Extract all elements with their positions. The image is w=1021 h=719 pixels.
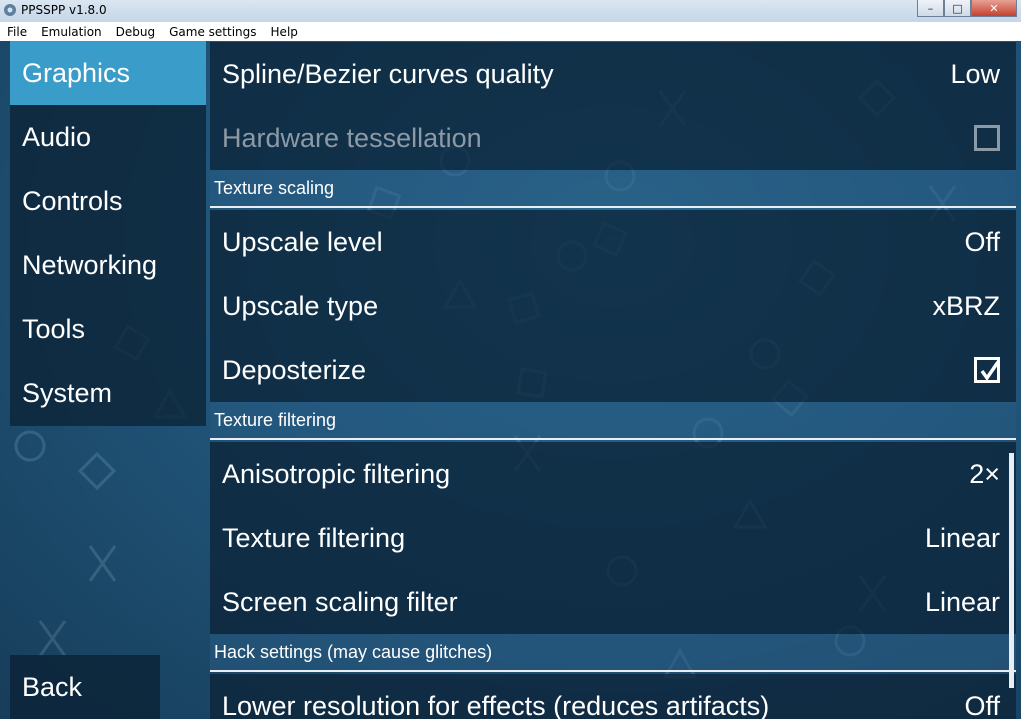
setting-label: Texture filtering <box>222 522 406 553</box>
setting-label: Spline/Bezier curves quality <box>222 58 554 89</box>
category-sidebar: Graphics Audio Controls Networking Tools… <box>10 41 206 426</box>
close-button[interactable]: ✕ <box>971 0 1017 17</box>
setting-anisotropic-filtering[interactable]: Anisotropic filtering 2× <box>210 442 1016 506</box>
sidebar-item-audio[interactable]: Audio <box>10 105 206 169</box>
setting-label: Upscale level <box>222 226 383 257</box>
setting-label: Hardware tessellation <box>222 122 482 153</box>
setting-value: Off <box>964 226 1000 257</box>
section-header-texture-scaling: Texture scaling <box>210 170 1016 208</box>
menu-debug[interactable]: Debug <box>109 25 162 39</box>
setting-upscale-level[interactable]: Upscale level Off <box>210 210 1016 274</box>
setting-label: Screen scaling filter <box>222 586 458 617</box>
sidebar-item-networking[interactable]: Networking <box>10 233 206 297</box>
ppsspp-app-icon <box>4 4 16 16</box>
sidebar-item-controls[interactable]: Controls <box>10 169 206 233</box>
setting-lower-resolution-effects[interactable]: Lower resolution for effects (reduces ar… <box>210 674 1016 719</box>
sidebar-item-graphics[interactable]: Graphics <box>10 41 206 105</box>
setting-value: Low <box>950 58 1000 89</box>
checkmark-icon <box>980 361 1000 382</box>
setting-upscale-type[interactable]: Upscale type xBRZ <box>210 274 1016 338</box>
minimize-button[interactable]: – <box>917 0 944 17</box>
settings-screen: Graphics Audio Controls Networking Tools… <box>0 41 1021 719</box>
menu-file[interactable]: File <box>0 25 34 39</box>
setting-deposterize[interactable]: Deposterize <box>210 338 1016 402</box>
setting-value: xBRZ <box>932 290 1001 321</box>
setting-value: Linear <box>924 522 1000 553</box>
window-titlebar: PPSSPP v1.8.0 – □ ✕ <box>0 0 1021 23</box>
setting-screen-scaling-filter[interactable]: Screen scaling filter Linear <box>210 570 1016 634</box>
graphics-settings-panel: Spline/Bezier curves quality Low Hardwar… <box>210 41 1016 719</box>
menu-help[interactable]: Help <box>264 25 305 39</box>
sidebar-item-tools[interactable]: Tools <box>10 297 206 361</box>
setting-value: 2× <box>969 458 1000 489</box>
setting-texture-filtering[interactable]: Texture filtering Linear <box>210 506 1016 570</box>
settings-scrollbar[interactable] <box>1009 453 1014 688</box>
sidebar-item-system[interactable]: System <box>10 361 206 425</box>
maximize-button[interactable]: □ <box>944 0 971 17</box>
menu-game-settings[interactable]: Game settings <box>162 25 263 39</box>
window-title: PPSSPP v1.8.0 <box>21 3 107 17</box>
section-header-texture-filtering: Texture filtering <box>210 402 1016 440</box>
checkbox-empty-icon[interactable] <box>974 125 1000 151</box>
setting-label: Deposterize <box>222 354 367 385</box>
back-button[interactable]: Back <box>10 655 160 719</box>
setting-label: Lower resolution for effects (reduces ar… <box>222 690 770 719</box>
checkbox-checked-icon[interactable] <box>974 357 1000 383</box>
window-controls: – □ ✕ <box>917 0 1017 18</box>
setting-value: Linear <box>924 586 1000 617</box>
setting-label: Anisotropic filtering <box>222 458 451 489</box>
menu-emulation[interactable]: Emulation <box>34 25 109 39</box>
menu-bar: File Emulation Debug Game settings Help <box>0 22 1021 42</box>
section-header-hack-settings: Hack settings (may cause glitches) <box>210 634 1016 672</box>
setting-value: Off <box>964 690 1000 719</box>
setting-hardware-tessellation[interactable]: Hardware tessellation <box>210 106 1016 170</box>
setting-label: Upscale type <box>222 290 379 321</box>
setting-spline-quality[interactable]: Spline/Bezier curves quality Low <box>210 42 1016 106</box>
